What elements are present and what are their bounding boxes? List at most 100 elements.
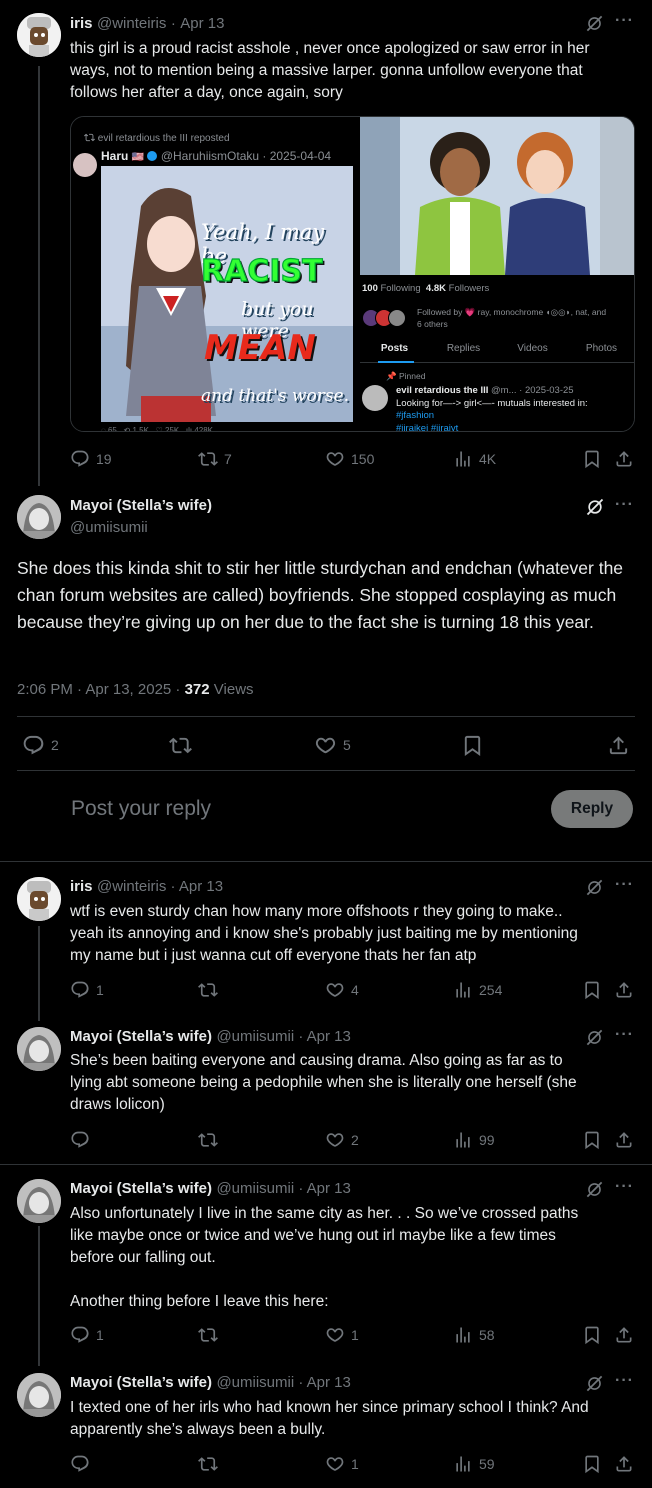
views-icon bbox=[453, 449, 473, 469]
retweet-icon bbox=[198, 1454, 218, 1474]
grok-icon[interactable] bbox=[585, 878, 604, 902]
avatar-mayoi-icon bbox=[17, 1027, 61, 1071]
tweet-header: Mayoi (Stella’s wife) @umiisumii · Apr 1… bbox=[70, 1374, 351, 1391]
retweet-button[interactable] bbox=[198, 1454, 218, 1474]
avatar[interactable] bbox=[17, 1373, 61, 1417]
views-icon bbox=[453, 1325, 473, 1345]
tweet-header: Mayoi (Stella’s wife) @umiisumii · Apr 1… bbox=[70, 1028, 351, 1045]
retweet-icon bbox=[169, 734, 192, 757]
grok-icon[interactable] bbox=[585, 1374, 604, 1398]
share-button[interactable] bbox=[614, 449, 634, 469]
avatar-mayoi-icon bbox=[17, 1179, 61, 1223]
views-button[interactable]: 4K bbox=[453, 449, 496, 469]
more-icon[interactable]: ··· bbox=[615, 1178, 634, 1196]
repost-line: evil retardious the III reposted bbox=[84, 132, 230, 144]
reply-button[interactable]: 1 bbox=[70, 1325, 104, 1345]
reply-text: Also unfortunately I live in the same ci… bbox=[70, 1205, 579, 1310]
avatar-iris-icon bbox=[17, 13, 61, 57]
reply-icon bbox=[70, 1454, 90, 1474]
more-icon[interactable]: ··· bbox=[615, 876, 634, 894]
share-button[interactable] bbox=[614, 1130, 634, 1150]
author-handle[interactable]: @winteiris bbox=[97, 15, 166, 32]
more-icon[interactable]: ··· bbox=[615, 1026, 634, 1044]
reply-input[interactable]: Post your reply bbox=[71, 797, 211, 821]
bookmark-button[interactable] bbox=[461, 734, 484, 757]
more-icon[interactable]: ··· bbox=[615, 496, 634, 514]
tweet-header: iris @winteiris · Apr 13 bbox=[70, 15, 225, 32]
like-icon bbox=[325, 1130, 345, 1150]
tweet-text: this girl is a proud racist asshole , ne… bbox=[70, 40, 590, 101]
tab-posts: Posts bbox=[380, 343, 409, 354]
tab-replies: Replies bbox=[446, 343, 481, 354]
reply-button[interactable]: 2 bbox=[22, 734, 59, 757]
bookmark-button[interactable] bbox=[582, 980, 602, 1000]
reply-button[interactable]: Reply bbox=[551, 790, 633, 828]
like-icon bbox=[325, 980, 345, 1000]
retweet-button[interactable] bbox=[198, 980, 218, 1000]
views-button[interactable]: 254 bbox=[453, 980, 502, 1000]
tweet-actions: 1 4 254 bbox=[70, 980, 635, 1000]
reply-button[interactable] bbox=[70, 1130, 90, 1150]
bookmark-icon bbox=[582, 980, 602, 1000]
grok-icon[interactable] bbox=[585, 14, 604, 38]
tweet-date[interactable]: Apr 13 bbox=[180, 15, 224, 32]
more-icon[interactable]: ··· bbox=[615, 1372, 634, 1390]
bookmark-button[interactable] bbox=[582, 1454, 602, 1474]
bookmark-button[interactable] bbox=[582, 1325, 602, 1345]
share-icon bbox=[614, 449, 634, 469]
share-button[interactable] bbox=[607, 734, 630, 757]
views-button[interactable]: 58 bbox=[453, 1325, 495, 1345]
reply-icon bbox=[70, 1325, 90, 1345]
reply-button[interactable]: 19 bbox=[70, 449, 112, 469]
divider bbox=[17, 770, 635, 771]
avatar[interactable] bbox=[17, 495, 61, 539]
grok-icon[interactable] bbox=[585, 1028, 604, 1052]
avatar[interactable] bbox=[17, 1027, 61, 1071]
views-button[interactable]: 59 bbox=[453, 1454, 495, 1474]
retweet-button[interactable] bbox=[198, 1130, 218, 1150]
avatar-mayoi-icon bbox=[17, 1373, 61, 1417]
like-button[interactable]: 2 bbox=[325, 1130, 359, 1150]
avatar[interactable] bbox=[17, 1179, 61, 1223]
tweet-media[interactable]: evil retardious the III reposted Haru 🇺🇸… bbox=[70, 116, 635, 432]
main-tweet-text: She does this kinda shit to stir her lit… bbox=[17, 558, 624, 632]
reply-button[interactable]: 1 bbox=[70, 980, 104, 1000]
retweet-button[interactable]: 7 bbox=[198, 449, 232, 469]
bookmark-button[interactable] bbox=[582, 449, 602, 469]
grok-icon[interactable] bbox=[585, 1180, 604, 1204]
reply-button[interactable] bbox=[70, 1454, 90, 1474]
share-button[interactable] bbox=[614, 1325, 634, 1345]
retweet-button[interactable] bbox=[198, 1325, 218, 1345]
more-icon[interactable]: ··· bbox=[615, 12, 634, 30]
like-button[interactable]: 1 bbox=[325, 1325, 359, 1345]
views-icon bbox=[453, 980, 473, 1000]
like-button[interactable]: 5 bbox=[314, 734, 351, 757]
retweet-icon bbox=[198, 980, 218, 1000]
bookmark-icon bbox=[582, 1454, 602, 1474]
avatar-mayoi-icon bbox=[17, 495, 61, 539]
avatar[interactable] bbox=[17, 13, 61, 57]
author-name[interactable]: Mayoi (Stella’s wife) bbox=[70, 497, 212, 514]
reply-text: I texted one of her irls who had known h… bbox=[70, 1399, 589, 1438]
media-image-right[interactable]: 100 Following 4.8K Followers Followed by… bbox=[360, 117, 634, 431]
grok-icon[interactable] bbox=[585, 497, 605, 522]
meme-art bbox=[101, 166, 353, 422]
retweet-button[interactable] bbox=[169, 734, 192, 757]
like-button[interactable]: 4 bbox=[325, 980, 359, 1000]
share-button[interactable] bbox=[614, 1454, 634, 1474]
retweet-icon bbox=[198, 449, 218, 469]
views-button[interactable]: 99 bbox=[453, 1130, 495, 1150]
like-button[interactable]: 1 bbox=[325, 1454, 359, 1474]
like-button[interactable]: 150 bbox=[325, 449, 374, 469]
divider bbox=[0, 1164, 652, 1165]
reply-icon bbox=[70, 980, 90, 1000]
views-icon bbox=[453, 1454, 473, 1474]
share-button[interactable] bbox=[614, 980, 634, 1000]
avatar[interactable] bbox=[17, 877, 61, 921]
author-name[interactable]: iris bbox=[70, 15, 93, 32]
bookmark-icon bbox=[461, 734, 484, 757]
media-image-left[interactable]: evil retardious the III reposted Haru 🇺🇸… bbox=[71, 117, 358, 431]
author-handle[interactable]: @umiisumii bbox=[70, 519, 148, 536]
bookmark-icon bbox=[582, 1130, 602, 1150]
bookmark-button[interactable] bbox=[582, 1130, 602, 1150]
